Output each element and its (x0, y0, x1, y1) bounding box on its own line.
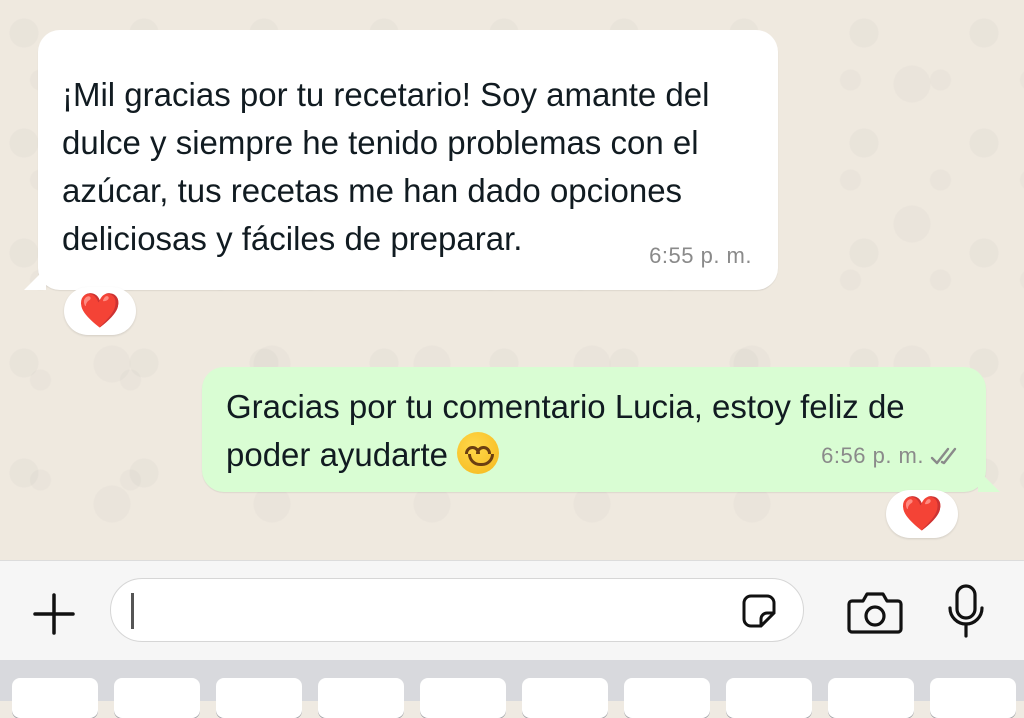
sticker-button[interactable] (741, 593, 777, 629)
keyboard-key[interactable] (726, 678, 812, 718)
keyboard-key[interactable] (930, 678, 1016, 718)
message-composer (0, 560, 1024, 661)
camera-icon (847, 592, 903, 634)
voice-message-button[interactable] (944, 582, 988, 642)
sticker-icon (742, 594, 776, 628)
microphone-icon (948, 584, 984, 638)
keyboard-key[interactable] (216, 678, 302, 718)
plus-icon (33, 593, 75, 635)
keyboard (0, 660, 1024, 718)
incoming-message-bubble[interactable]: ¡Mil gracias por tu recetario! Soy amant… (24, 30, 778, 290)
message-timestamp: 6:56 p. m. (821, 443, 924, 468)
keyboard-key[interactable] (828, 678, 914, 718)
keyboard-key[interactable] (318, 678, 404, 718)
message-input[interactable] (110, 578, 804, 642)
outgoing-message-bubble[interactable]: Gracias por tu comentario Lucia, estoy f… (202, 367, 1000, 492)
text-cursor (131, 593, 134, 629)
smiling-face-icon (457, 432, 500, 474)
message-meta: 6:56 p. m. (821, 432, 964, 480)
heart-icon: ❤️ (78, 292, 122, 330)
keyboard-key[interactable] (522, 678, 608, 718)
message-timestamp: 6:55 p. m. (649, 243, 752, 268)
attach-button[interactable] (28, 588, 80, 640)
keyboard-key[interactable] (624, 678, 710, 718)
keyboard-key[interactable] (12, 678, 98, 718)
chat-area: ¡Mil gracias por tu recetario! Soy amant… (0, 0, 1024, 560)
keyboard-key[interactable] (114, 678, 200, 718)
message-reaction[interactable]: ❤️ (886, 490, 958, 538)
message-text: Gracias por tu comentario Lucia, estoy f… (226, 388, 905, 473)
camera-button[interactable] (846, 588, 904, 636)
message-reaction[interactable]: ❤️ (64, 287, 136, 335)
double-check-icon (930, 447, 957, 465)
keyboard-key[interactable] (420, 678, 506, 718)
heart-icon: ❤️ (900, 495, 944, 533)
